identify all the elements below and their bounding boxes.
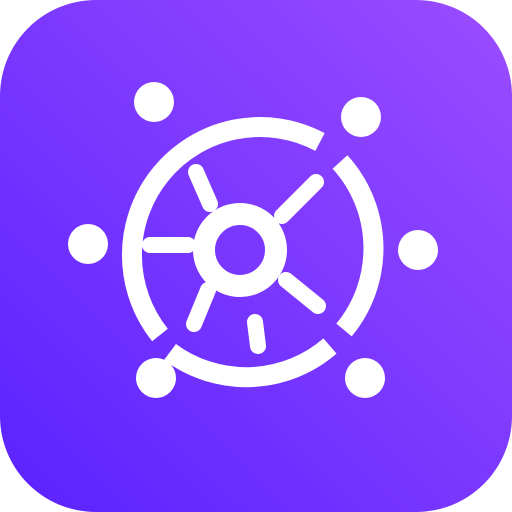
handle-left (68, 224, 108, 264)
handle-top-left (134, 82, 174, 122)
app-icon-svg (0, 0, 512, 512)
app-icon[interactable] (0, 0, 512, 512)
handle-right (398, 230, 438, 270)
handle-bottom-left (136, 358, 176, 398)
handle-top-right (341, 97, 381, 137)
spoke-bottom (247, 314, 266, 354)
handle-bottom-right (345, 358, 385, 398)
